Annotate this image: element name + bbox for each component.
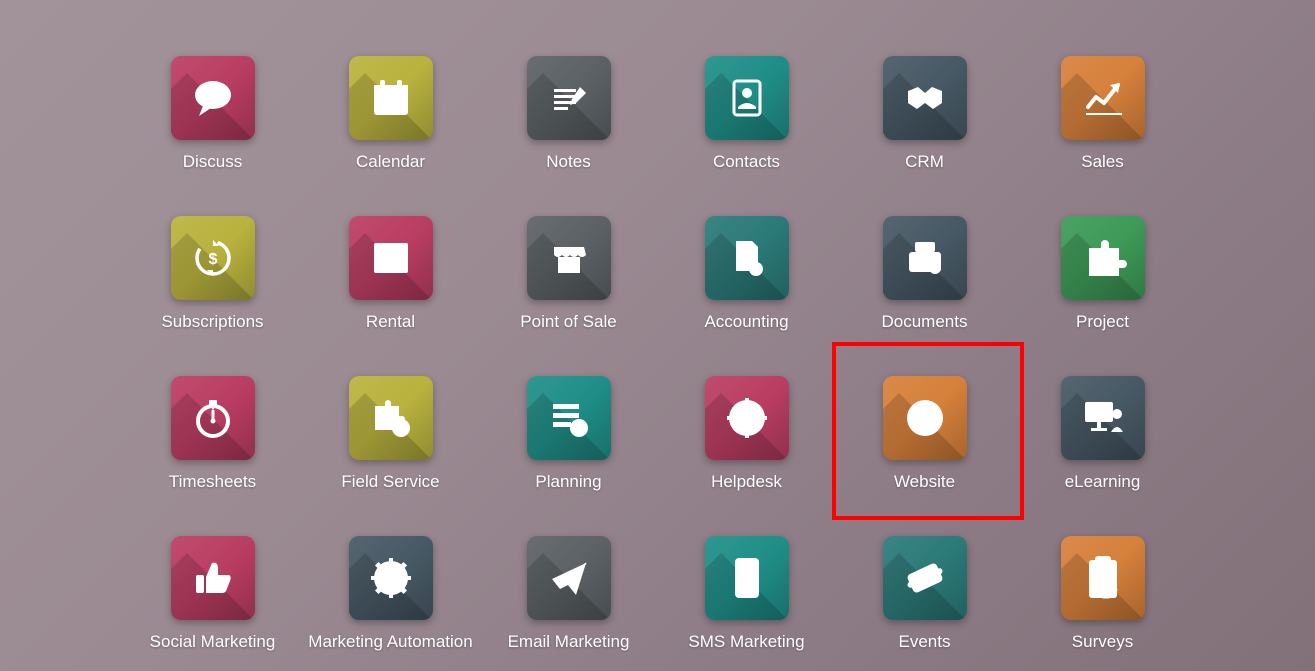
app-label: Rental — [366, 312, 415, 332]
board-person-icon — [1079, 394, 1127, 442]
app-label: Calendar — [356, 152, 425, 172]
app-label: Timesheets — [169, 472, 256, 492]
store-icon — [546, 235, 592, 281]
social-marketing-tile[interactable] — [171, 536, 255, 620]
lifebuoy-icon — [723, 394, 771, 442]
app-project[interactable]: Project — [1014, 216, 1192, 332]
globe-icon — [901, 394, 949, 442]
app-label: Contacts — [713, 152, 780, 172]
app-label: Project — [1076, 312, 1129, 332]
app-events[interactable]: Events — [836, 536, 1014, 652]
app-label: Surveys — [1072, 632, 1133, 652]
notes-icon — [546, 75, 592, 121]
app-subscriptions[interactable]: $ Subscriptions — [124, 216, 302, 332]
discuss-tile[interactable] — [171, 56, 255, 140]
app-helpdesk[interactable]: Helpdesk — [658, 376, 836, 492]
svg-text:SMS: SMS — [737, 572, 757, 582]
contact-icon — [724, 75, 770, 121]
calendar-tile[interactable] — [349, 56, 433, 140]
app-label: Sales — [1081, 152, 1124, 172]
app-label: SMS Marketing — [688, 632, 804, 652]
handshake-icon — [900, 73, 950, 123]
sms-icon: SMS — [725, 554, 769, 602]
gear-mail-icon — [367, 554, 415, 602]
app-contacts[interactable]: Contacts — [658, 56, 836, 172]
paper-plane-icon — [546, 555, 592, 601]
thumb-icon — [190, 555, 236, 601]
app-label: Point of Sale — [520, 312, 616, 332]
app-label: Discuss — [183, 152, 243, 172]
events-tile[interactable] — [883, 536, 967, 620]
inbox-icon — [901, 234, 949, 282]
accounting-tile[interactable] — [705, 216, 789, 300]
svg-text:$: $ — [208, 251, 217, 268]
marketing-automation-tile[interactable] — [349, 536, 433, 620]
puzzle-icon — [1079, 234, 1127, 282]
timesheets-tile[interactable] — [171, 376, 255, 460]
surveys-tile[interactable] — [1061, 536, 1145, 620]
elearning-tile[interactable] — [1061, 376, 1145, 460]
documents-tile[interactable] — [883, 216, 967, 300]
app-label: CRM — [905, 152, 944, 172]
file-gear-icon — [724, 235, 770, 281]
puzzle-clock-icon — [367, 394, 415, 442]
project-tile[interactable] — [1061, 216, 1145, 300]
app-discuss[interactable]: Discuss — [124, 56, 302, 172]
app-label: Subscriptions — [161, 312, 263, 332]
email-marketing-tile[interactable] — [527, 536, 611, 620]
app-elearning[interactable]: eLearning — [1014, 376, 1192, 492]
app-accounting[interactable]: Accounting — [658, 216, 836, 332]
app-rental[interactable]: Rental — [302, 216, 480, 332]
app-label: Planning — [535, 472, 601, 492]
app-sms-marketing[interactable]: SMS SMS Marketing — [658, 536, 836, 652]
ticket-icon — [901, 554, 949, 602]
stopwatch-icon — [190, 395, 236, 441]
gantt-icon — [368, 235, 414, 281]
app-website[interactable]: Website — [836, 376, 1014, 492]
app-documents[interactable]: Documents — [836, 216, 1014, 332]
contacts-tile[interactable] — [705, 56, 789, 140]
field-service-tile[interactable] — [349, 376, 433, 460]
app-crm[interactable]: CRM — [836, 56, 1014, 172]
subscriptions-tile[interactable]: $ — [171, 216, 255, 300]
app-label: Accounting — [704, 312, 788, 332]
helpdesk-tile[interactable] — [705, 376, 789, 460]
app-notes[interactable]: Notes — [480, 56, 658, 172]
point-of-sale-tile[interactable] — [527, 216, 611, 300]
app-social-marketing[interactable]: Social Marketing — [124, 536, 302, 652]
app-label: Events — [899, 632, 951, 652]
app-label: Helpdesk — [711, 472, 782, 492]
list-clock-icon — [545, 394, 593, 442]
app-label: Notes — [546, 152, 590, 172]
app-label: Website — [894, 472, 955, 492]
clipboard-icon — [1081, 554, 1125, 602]
chat-icon — [189, 74, 237, 122]
refresh-dollar-icon: $ — [189, 234, 237, 282]
app-label: Marketing Automation — [308, 632, 472, 652]
website-tile[interactable] — [883, 376, 967, 460]
app-timesheets[interactable]: Timesheets — [124, 376, 302, 492]
notes-tile[interactable] — [527, 56, 611, 140]
crm-tile[interactable] — [883, 56, 967, 140]
sales-tile[interactable] — [1061, 56, 1145, 140]
sms-marketing-tile[interactable]: SMS — [705, 536, 789, 620]
app-calendar[interactable]: Calendar — [302, 56, 480, 172]
app-point-of-sale[interactable]: Point of Sale — [480, 216, 658, 332]
app-label: Social Marketing — [150, 632, 276, 652]
app-label: Field Service — [341, 472, 439, 492]
app-label: Documents — [882, 312, 968, 332]
calendar-icon — [368, 75, 414, 121]
app-sales[interactable]: Sales — [1014, 56, 1192, 172]
app-marketing-automation[interactable]: Marketing Automation — [302, 536, 480, 652]
app-label: Email Marketing — [508, 632, 630, 652]
app-label: eLearning — [1065, 472, 1141, 492]
app-surveys[interactable]: Surveys — [1014, 536, 1192, 652]
app-field-service[interactable]: Field Service — [302, 376, 480, 492]
chart-icon — [1080, 75, 1126, 121]
planning-tile[interactable] — [527, 376, 611, 460]
app-email-marketing[interactable]: Email Marketing — [480, 536, 658, 652]
app-planning[interactable]: Planning — [480, 376, 658, 492]
rental-tile[interactable] — [349, 216, 433, 300]
